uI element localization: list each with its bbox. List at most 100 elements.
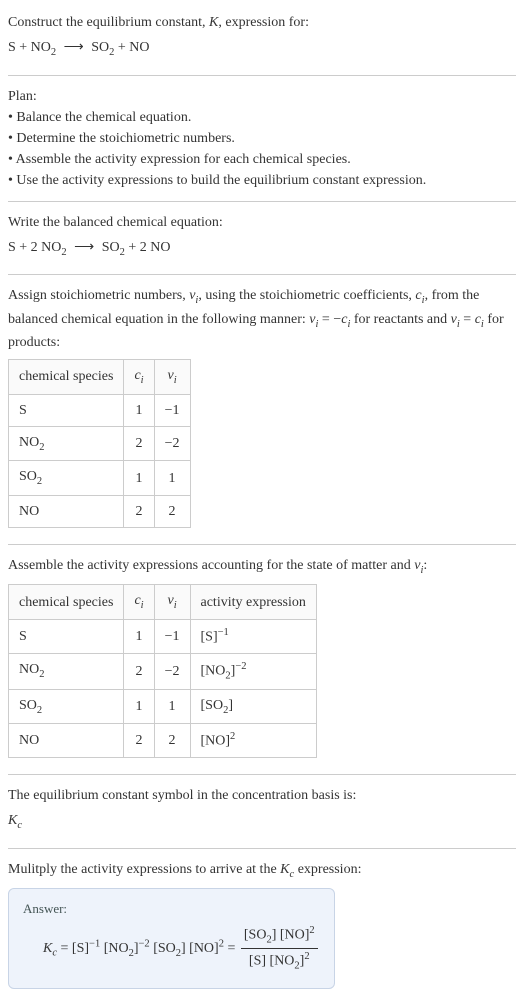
cell-ci: 2 xyxy=(124,495,154,527)
cell-vi: 2 xyxy=(154,495,190,527)
cell-vi: −2 xyxy=(154,426,190,461)
cell-ci: 1 xyxy=(124,394,154,426)
multiply-block: Mulitply the activity expressions to arr… xyxy=(8,855,516,993)
th-ci: ci xyxy=(124,585,154,620)
kc-text: The equilibrium constant symbol in the c… xyxy=(8,785,516,806)
rel1: = − xyxy=(318,312,341,327)
table-header-row: chemical species ci νi xyxy=(9,360,191,395)
table-row: SO2 1 1 xyxy=(9,461,191,496)
cell-species: NO2 xyxy=(9,426,124,461)
table-row: NO 2 2 xyxy=(9,495,191,527)
multiply-text2: expression: xyxy=(294,862,361,877)
cell-species: NO2 xyxy=(9,653,124,689)
cell-expr: [NO2]−2 xyxy=(190,653,316,689)
balanced-heading: Write the balanced chemical equation: xyxy=(8,212,516,233)
title-text-1: Construct the equilibrium constant, xyxy=(8,15,209,30)
plan-heading: Plan: xyxy=(8,86,516,107)
divider xyxy=(8,274,516,275)
th-species: chemical species xyxy=(9,585,124,620)
activity-block: Assemble the activity expressions accoun… xyxy=(8,551,516,768)
ans-eq2: = xyxy=(224,941,239,956)
cell-ci: 2 xyxy=(124,426,154,461)
frac-num: [SO2] [NO]2 xyxy=(241,923,318,949)
plan-block: Plan: • Balance the chemical equation. •… xyxy=(8,82,516,195)
activity-table: chemical species ci νi activity expressi… xyxy=(8,584,317,758)
table-row: S 1 −1 xyxy=(9,394,191,426)
balanced-block: Write the balanced chemical equation: S … xyxy=(8,208,516,269)
cell-vi: −2 xyxy=(154,653,190,689)
cell-vi: −1 xyxy=(154,394,190,426)
table-header-row: chemical species ci νi activity expressi… xyxy=(9,585,317,620)
divider xyxy=(8,201,516,202)
cell-species: NO xyxy=(9,495,124,527)
unbalanced-equation: S + NO2 ⟶ SO2 + NO xyxy=(8,37,516,61)
th-ci: ci xyxy=(124,360,154,395)
bal-rhs1: SO xyxy=(102,240,120,255)
activity-heading: Assemble the activity expressions accoun… xyxy=(8,558,414,573)
kc-block: The equilibrium constant symbol in the c… xyxy=(8,781,516,842)
table-row: SO2 1 1 [SO2] xyxy=(9,689,317,724)
plan-item: • Use the activity expressions to build … xyxy=(8,170,516,191)
divider xyxy=(8,75,516,76)
th-species: chemical species xyxy=(9,360,124,395)
cell-ci: 1 xyxy=(124,619,154,653)
eq-lhs: S + NO xyxy=(8,40,51,55)
cell-vi: 2 xyxy=(154,724,190,758)
frac-den: [S] [NO2]2 xyxy=(241,949,318,974)
cell-species: S xyxy=(9,394,124,426)
eq-rhs2: + NO xyxy=(114,40,149,55)
th-expr: activity expression xyxy=(190,585,316,620)
table-row: NO 2 2 [NO]2 xyxy=(9,724,317,758)
cell-expr: [NO]2 xyxy=(190,724,316,758)
title-text-1b: , expression for: xyxy=(218,15,309,30)
kc-K: K xyxy=(8,813,17,828)
stoich-table: chemical species ci νi S 1 −1 NO2 2 −2 S… xyxy=(8,359,191,528)
activity-heading2: : xyxy=(423,558,427,573)
eq-arrow: ⟶ xyxy=(64,37,84,58)
balanced-equation: S + 2 NO2 ⟶ SO2 + 2 NO xyxy=(8,237,516,261)
th-vi: νi xyxy=(154,585,190,620)
divider xyxy=(8,544,516,545)
ans-K: K xyxy=(43,941,52,956)
ans-p2: [NO2] xyxy=(100,941,138,956)
th-vi: νi xyxy=(154,360,190,395)
cell-species: SO2 xyxy=(9,689,124,724)
kc-symbol: Kc xyxy=(8,810,516,834)
stoich-text4: for reactants and xyxy=(350,312,450,327)
table-row: NO2 2 −2 [NO2]−2 xyxy=(9,653,317,689)
cell-ci: 2 xyxy=(124,724,154,758)
plan-item: • Determine the stoichiometric numbers. xyxy=(8,128,516,149)
eq-rhs1: SO xyxy=(91,40,109,55)
cell-vi: 1 xyxy=(154,689,190,724)
answer-label: Answer: xyxy=(23,899,320,919)
answer-box: Answer: Kc = [S]−1 [NO2]−2 [SO2] [NO]2 =… xyxy=(8,888,335,989)
answer-equation: Kc = [S]−1 [NO2]−2 [SO2] [NO]2 = [SO2] [… xyxy=(43,923,320,974)
table-row: S 1 −1 [S]−1 xyxy=(9,619,317,653)
cell-species: NO xyxy=(9,724,124,758)
ans-s2: −2 xyxy=(139,938,150,949)
table-row: NO2 2 −2 xyxy=(9,426,191,461)
divider xyxy=(8,848,516,849)
bal-lhs-sub: 2 xyxy=(61,246,66,257)
title-K: K xyxy=(209,15,218,30)
kc-K2: K xyxy=(280,862,289,877)
cell-vi: −1 xyxy=(154,619,190,653)
stoich-block: Assign stoichiometric numbers, νi , using… xyxy=(8,281,516,538)
bal-arrow: ⟶ xyxy=(74,237,94,258)
ans-p3: [SO2] [NO] xyxy=(150,941,219,956)
stoich-text1: Assign stoichiometric numbers, xyxy=(8,288,189,303)
ans-eq: = [S] xyxy=(57,941,89,956)
plan-item: • Assemble the activity expression for e… xyxy=(8,149,516,170)
divider xyxy=(8,774,516,775)
ans-s1: −1 xyxy=(89,938,100,949)
multiply-text: Mulitply the activity expressions to arr… xyxy=(8,862,280,877)
answer-fraction: [SO2] [NO]2[S] [NO2]2 xyxy=(241,923,318,974)
stoich-text2: , using the stoichiometric coefficients, xyxy=(198,288,415,303)
cell-ci: 1 xyxy=(124,461,154,496)
cell-vi: 1 xyxy=(154,461,190,496)
cell-expr: [S]−1 xyxy=(190,619,316,653)
cell-ci: 1 xyxy=(124,689,154,724)
rel2: = xyxy=(460,312,475,327)
bal-rhs2: + 2 NO xyxy=(125,240,171,255)
cell-ci: 2 xyxy=(124,653,154,689)
